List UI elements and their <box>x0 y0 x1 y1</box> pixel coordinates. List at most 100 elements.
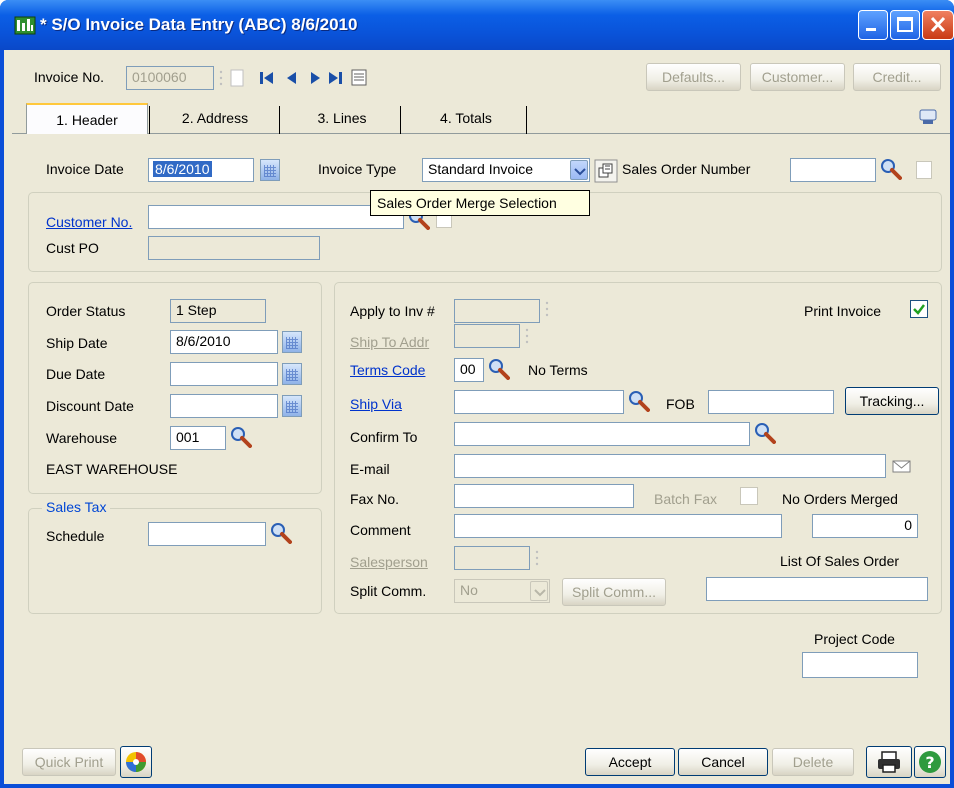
list-icon[interactable] <box>350 67 368 87</box>
comment-label: Comment <box>350 522 411 538</box>
invoice-date-label: Invoice Date <box>46 161 124 177</box>
calendar-icon[interactable] <box>282 331 302 353</box>
ship-to-addr-link[interactable]: Ship To Addr <box>350 334 429 350</box>
project-code-label: Project Code <box>814 631 895 647</box>
previous-record-icon[interactable] <box>282 68 302 88</box>
cancel-button[interactable]: Cancel <box>678 748 768 776</box>
maximize-button[interactable] <box>890 10 920 40</box>
print-button[interactable] <box>866 746 912 778</box>
email-field[interactable] <box>454 454 886 478</box>
chevron-down-icon[interactable] <box>530 581 548 601</box>
tab-totals[interactable]: 4. Totals <box>408 103 524 134</box>
lookup-dots-icon[interactable] <box>544 299 552 319</box>
split-comm-value: No <box>460 582 478 598</box>
tab-lines[interactable]: 3. Lines <box>286 103 398 134</box>
quick-print-button[interactable]: Quick Print <box>22 748 116 776</box>
last-record-icon[interactable] <box>325 68 345 88</box>
confirm-to-field[interactable] <box>454 422 750 446</box>
list-of-sales-order-label: List Of Sales Order <box>780 553 900 569</box>
schedule-field[interactable] <box>148 522 266 546</box>
search-icon[interactable] <box>628 390 650 412</box>
delete-button[interactable]: Delete <box>772 748 854 776</box>
panel-toggle-icon[interactable] <box>918 107 938 127</box>
customer-no-link[interactable]: Customer No. <box>46 214 132 230</box>
close-button[interactable] <box>922 10 954 40</box>
search-icon[interactable] <box>880 158 902 180</box>
lookup-dots-icon[interactable] <box>218 68 226 88</box>
sales-order-merge-icon[interactable] <box>594 159 618 183</box>
ship-to-addr-field[interactable] <box>454 324 520 348</box>
search-icon[interactable] <box>270 522 292 544</box>
ship-via-field[interactable] <box>454 390 624 414</box>
tab-divider <box>526 106 527 134</box>
invoice-no-field[interactable]: 0100060 <box>126 66 214 90</box>
due-date-label: Due Date <box>46 366 106 382</box>
fob-field[interactable] <box>708 390 834 414</box>
first-record-icon[interactable] <box>257 68 277 88</box>
warehouse-field[interactable]: 001 <box>170 426 226 450</box>
tab-divider <box>149 106 150 134</box>
order-status-field: 1 Step <box>170 299 266 323</box>
split-comm-button[interactable]: Split Comm... <box>562 578 666 606</box>
defaults-button[interactable]: Defaults... <box>646 63 741 91</box>
warehouse-label: Warehouse <box>46 430 118 446</box>
list-of-sales-order-field[interactable] <box>706 577 928 601</box>
sales-order-number-label: Sales Order Number <box>622 161 751 177</box>
order-status-label: Order Status <box>46 303 126 319</box>
new-document-icon[interactable] <box>229 67 245 89</box>
batch-fax-label: Batch Fax <box>654 491 718 507</box>
invoice-date-field[interactable]: 8/6/2010 <box>148 158 254 182</box>
tab-header[interactable]: 1. Header <box>26 103 148 134</box>
title-bar[interactable]: * S/O Invoice Data Entry (ABC) 8/6/2010 <box>0 0 954 50</box>
salesperson-field[interactable] <box>454 546 530 570</box>
terms-code-field[interactable]: 00 <box>454 358 484 382</box>
invoice-type-label: Invoice Type <box>318 161 397 177</box>
apply-to-inv-field[interactable] <box>454 299 540 323</box>
chevron-down-icon[interactable] <box>570 160 588 180</box>
lookup-dots-icon[interactable] <box>524 326 532 346</box>
customer-no-field[interactable] <box>148 205 404 229</box>
batch-fax-checkbox[interactable] <box>740 487 758 505</box>
lookup-dots-icon[interactable] <box>534 548 542 568</box>
project-code-field[interactable] <box>802 652 918 678</box>
cust-po-field[interactable] <box>148 236 320 260</box>
print-invoice-checkbox[interactable] <box>910 300 928 318</box>
sales-order-number-field[interactable] <box>790 158 876 182</box>
search-icon[interactable] <box>754 422 776 444</box>
salesperson-link[interactable]: Salesperson <box>350 554 428 570</box>
credit-button[interactable]: Credit... <box>853 63 941 91</box>
fax-no-label: Fax No. <box>350 491 400 507</box>
search-icon[interactable] <box>488 358 510 380</box>
calendar-icon[interactable] <box>260 159 280 181</box>
envelope-icon[interactable] <box>890 456 914 476</box>
tab-address[interactable]: 2. Address <box>155 103 275 134</box>
color-wheel-button[interactable] <box>120 746 152 778</box>
svg-text:?: ? <box>925 753 934 772</box>
ship-date-field[interactable]: 8/6/2010 <box>170 330 278 354</box>
fob-label: FOB <box>666 396 695 412</box>
sales-tax-group-title: Sales Tax <box>42 499 111 515</box>
ship-via-link[interactable]: Ship Via <box>350 396 402 412</box>
help-button[interactable]: ? <box>914 746 946 778</box>
calendar-icon[interactable] <box>282 363 302 385</box>
merge-checkbox[interactable] <box>916 161 932 179</box>
no-orders-merged-label: No Orders Merged <box>782 491 898 507</box>
tracking-button[interactable]: Tracking... <box>845 387 939 415</box>
comment-field[interactable] <box>454 514 782 538</box>
accept-button[interactable]: Accept <box>585 748 675 776</box>
ship-date-label: Ship Date <box>46 335 108 351</box>
discount-date-field[interactable] <box>170 394 278 418</box>
fax-no-field[interactable] <box>454 484 634 508</box>
terms-code-link[interactable]: Terms Code <box>350 362 425 378</box>
next-record-icon[interactable] <box>305 68 325 88</box>
customer-button[interactable]: Customer... <box>750 63 845 91</box>
warehouse-name: EAST WAREHOUSE <box>46 461 178 477</box>
email-label: E-mail <box>350 461 390 477</box>
invoice-type-select[interactable]: Standard Invoice <box>422 158 590 182</box>
cust-po-label: Cust PO <box>46 240 99 256</box>
calendar-icon[interactable] <box>282 395 302 417</box>
minimize-button[interactable] <box>858 10 888 40</box>
due-date-field[interactable] <box>170 362 278 386</box>
search-icon[interactable] <box>230 426 252 448</box>
split-comm-select[interactable]: No <box>454 579 550 603</box>
